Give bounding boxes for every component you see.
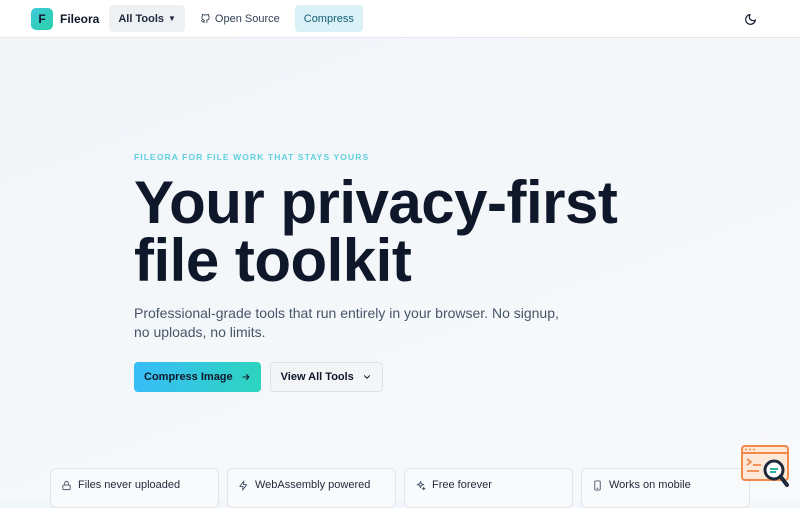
arrow-right-icon [242,373,250,381]
compress-image-label: Compress Image [144,371,233,383]
open-source-link[interactable]: Open Source [191,5,289,32]
feature-card: Works on mobile [581,468,750,508]
feature-label: Free forever [432,479,492,491]
hero-actions: Compress Image View All Tools [134,362,694,392]
hero-title-line1: Your privacy-first [134,169,618,236]
view-all-tools-label: View All Tools [280,371,354,383]
brand-name: Fileora [60,11,100,26]
search-window-icon [741,445,789,487]
compress-tab[interactable]: Compress [294,5,363,32]
open-source-label: Open Source [214,12,280,25]
hero-section: FILEORA FOR FILE WORK THAT STAYS YOURS Y… [134,152,694,392]
feature-strip: Files never uploaded WebAssembly powered… [50,468,750,508]
lightning-icon [239,480,248,491]
compress-label: Compress [303,12,354,25]
feedback-widget[interactable] [741,445,791,491]
hero-title: Your privacy-first file toolkit [134,173,694,291]
moon-icon [744,13,756,25]
brand[interactable]: F Fileora [31,7,100,30]
compress-image-button[interactable]: Compress Image [134,362,261,392]
feature-label: Works on mobile [609,479,691,491]
feature-label: Files never uploaded [78,479,181,491]
view-all-tools-button[interactable]: View All Tools [269,362,383,392]
all-tools-label: All Tools [118,12,164,25]
feature-card: WebAssembly powered [227,468,396,508]
caret-down-icon: ▼ [168,14,176,23]
phone-icon [594,480,601,491]
lock-icon [62,480,71,491]
feature-card: Files never uploaded [50,468,219,508]
all-tools-dropdown[interactable]: All Tools ▼ [109,5,185,32]
brand-logo-letter: F [38,11,46,26]
chevron-down-icon [363,375,370,379]
hero-subtitle: Professional-grade tools that run entire… [134,305,559,340]
feature-label: WebAssembly powered [255,479,371,491]
hero-eyebrow: FILEORA FOR FILE WORK THAT STAYS YOURS [134,152,370,162]
github-icon [200,13,210,24]
feature-card: Free forever [404,468,573,508]
sparkle-icon [416,480,426,491]
hero-title-line2: file toolkit [134,227,412,294]
main-nav: All Tools ▼ Open Source Compress [109,5,363,32]
top-bar: F Fileora All Tools ▼ Open Source Compre… [0,0,800,38]
brand-logo: F [31,7,53,30]
theme-toggle-button[interactable] [740,9,760,29]
